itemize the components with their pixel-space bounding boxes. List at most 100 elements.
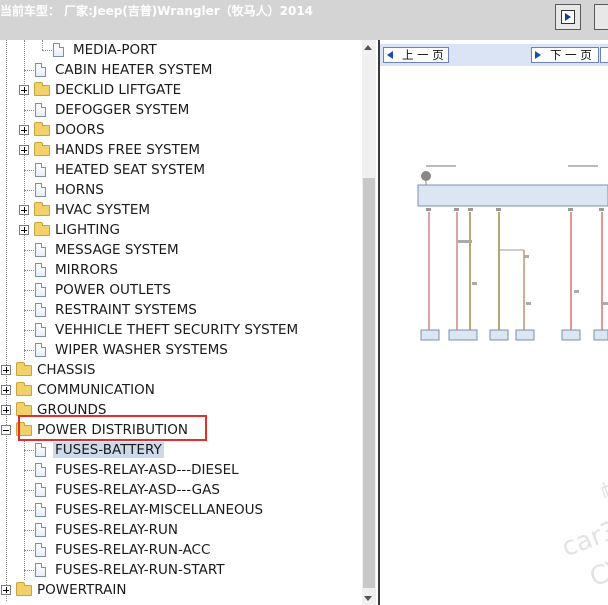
- expand-toggle[interactable]: [1, 585, 11, 595]
- tree-item-media-port[interactable]: MEDIA-PORT: [73, 40, 157, 60]
- scroll-down-arrow-icon[interactable]: [364, 596, 372, 601]
- toggle-panel-button[interactable]: [555, 4, 581, 30]
- tree-connector: [24, 570, 34, 571]
- tree-connector: [24, 470, 34, 471]
- tree-connector: [24, 530, 34, 531]
- tree-connector: [24, 550, 34, 551]
- document-icon: [35, 523, 46, 537]
- fuse-labels: [426, 208, 604, 211]
- tree-item-fuses-relay-run-acc[interactable]: FUSES-RELAY-RUN-ACC: [55, 540, 210, 560]
- tree-connector: [42, 50, 52, 51]
- document-icon: [35, 503, 46, 517]
- tree-item-mirrors[interactable]: MIRRORS: [55, 260, 118, 280]
- header-bar: 当前车型： 厂家:Jeep(吉普)Wrangler（牧马人）2014: [0, 0, 608, 40]
- document-icon: [35, 463, 46, 477]
- tree-connector: [24, 170, 34, 171]
- tree-item-hands-free-system[interactable]: HANDS FREE SYSTEM: [55, 140, 200, 160]
- folder-icon: [34, 82, 50, 96]
- tree-item-vehicle-theft-security-system[interactable]: VEHHICLE THEFT SECURITY SYSTEM: [55, 320, 298, 340]
- expand-toggle[interactable]: [19, 205, 29, 215]
- tree-item-restraint-systems[interactable]: RESTRAINT SYSTEMS: [55, 300, 197, 320]
- tree-item-fuses-relay-run-start[interactable]: FUSES-RELAY-RUN-START: [55, 560, 225, 580]
- tree-connector: [24, 290, 34, 291]
- tree-guide-line: [6, 40, 7, 601]
- tree-item-fuses-battery[interactable]: FUSES-BATTERY: [53, 440, 164, 460]
- tree-item-fuses-relay-run[interactable]: FUSES-RELAY-RUN: [55, 520, 178, 540]
- tree-connector: [24, 350, 34, 351]
- document-icon: [35, 483, 46, 497]
- last-page-button[interactable]: [600, 47, 608, 63]
- tree-connector: [24, 510, 34, 511]
- next-arrow-icon: [535, 51, 541, 59]
- folder-icon: [16, 362, 32, 376]
- tree-connector: [24, 190, 34, 191]
- document-icon: [53, 43, 64, 57]
- tree-item-wiper-washer-systems[interactable]: WIPER WASHER SYSTEMS: [55, 340, 228, 360]
- folder-icon: [16, 582, 32, 596]
- scroll-up-arrow-icon[interactable]: [364, 45, 372, 50]
- document-icon: [35, 63, 46, 77]
- tree-item-communication[interactable]: COMMUNICATION: [37, 380, 155, 400]
- document-icon: [35, 183, 46, 197]
- current-model-title: 当前车型： 厂家:Jeep(吉普)Wrangler（牧马人）2014: [0, 4, 314, 18]
- tree-connector: [24, 310, 34, 311]
- highlight-annotation-box: [18, 415, 207, 441]
- header-extra-button[interactable]: [594, 4, 608, 30]
- tree-item-heated-seat-system[interactable]: HEATED SEAT SYSTEM: [55, 160, 205, 180]
- tree-item-chassis[interactable]: CHASSIS: [37, 360, 96, 380]
- tree-scrollbar-thumb[interactable]: [363, 178, 375, 588]
- wires: [428, 212, 603, 330]
- document-icon: [35, 443, 46, 457]
- tree-guide-line: [42, 40, 43, 50]
- tree-item-powertrain[interactable]: POWERTRAIN: [37, 580, 126, 600]
- document-icon: [35, 343, 46, 357]
- tree-item-fuses-relay-miscellaneous[interactable]: FUSES-RELAY-MISCELLANEOUS: [55, 500, 263, 520]
- tree-connector: [24, 490, 34, 491]
- folder-icon: [34, 142, 50, 156]
- document-icon: [35, 323, 46, 337]
- tree-item-lighting[interactable]: LIGHTING: [55, 220, 120, 240]
- document-icon: [35, 563, 46, 577]
- diagram-header-labels: [426, 165, 598, 167]
- fuse-block: [417, 171, 608, 207]
- wiring-diagram[interactable]: [416, 160, 608, 346]
- tree-item-hvac-system[interactable]: HVAC SYSTEM: [55, 200, 150, 220]
- tree-item-horns[interactable]: HORNS: [55, 180, 104, 200]
- document-icon: [35, 243, 46, 257]
- document-icon: [35, 543, 46, 557]
- tree-connector: [24, 330, 34, 331]
- play-icon: [561, 10, 575, 24]
- tree-item-power-outlets[interactable]: POWER OUTLETS: [55, 280, 171, 300]
- folder-icon: [34, 222, 50, 236]
- tree-connector: [24, 250, 34, 251]
- expand-toggle[interactable]: [1, 365, 11, 375]
- collapse-toggle[interactable]: [1, 425, 11, 435]
- expand-toggle[interactable]: [19, 145, 29, 155]
- tree-item-defogger-system[interactable]: DEFOGGER SYSTEM: [55, 100, 189, 120]
- document-icon: [35, 263, 46, 277]
- wire-tags: [458, 240, 608, 305]
- tree-item-cabin-heater-system[interactable]: CABIN HEATER SYSTEM: [55, 60, 212, 80]
- document-icon: [35, 163, 46, 177]
- expand-toggle[interactable]: [19, 125, 29, 135]
- tree-item-fuses-relay-asd-diesel[interactable]: FUSES-RELAY-ASD---DIESEL: [55, 460, 239, 480]
- tree-item-doors[interactable]: DOORS: [55, 120, 105, 140]
- connectors: [420, 329, 608, 341]
- document-icon: [35, 303, 46, 317]
- previous-page-label: 上 一 页: [402, 48, 444, 62]
- tree-connector: [24, 70, 34, 71]
- tree-connector: [24, 270, 34, 271]
- expand-toggle[interactable]: [1, 385, 11, 395]
- tree-item-message-system[interactable]: MESSAGE SYSTEM: [55, 240, 179, 260]
- expand-toggle[interactable]: [19, 225, 29, 235]
- expand-toggle[interactable]: [19, 85, 29, 95]
- tree-item-decklid-liftgate[interactable]: DECKLID LIFTGATE: [55, 80, 181, 100]
- expand-toggle[interactable]: [1, 405, 11, 415]
- previous-arrow-icon: [387, 51, 393, 59]
- previous-page-button[interactable]: 上 一 页: [383, 47, 449, 63]
- tree-panel: MEDIA-PORT CABIN HEATER SYSTEM DECKLID L…: [0, 40, 362, 605]
- next-page-button[interactable]: 下 一 页: [531, 47, 599, 63]
- tree-item-fuses-relay-asd-gas[interactable]: FUSES-RELAY-ASD---GAS: [55, 480, 220, 500]
- folder-icon: [16, 382, 32, 396]
- next-page-label: 下 一 页: [550, 48, 592, 62]
